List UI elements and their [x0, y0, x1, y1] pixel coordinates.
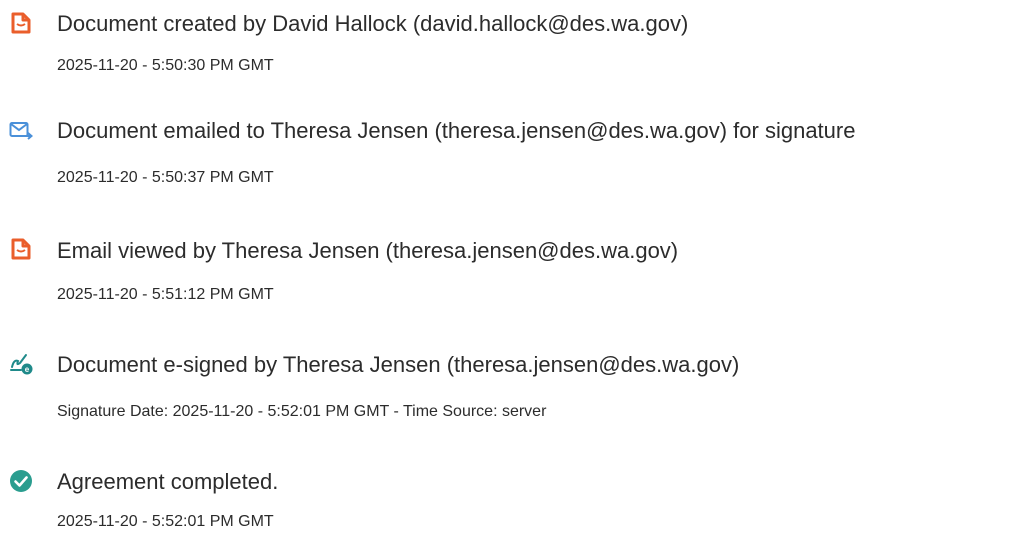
entry-timestamp: 2025-11-20 - 5:50:37 PM GMT [57, 169, 274, 186]
entry-title: Document emailed to Theresa Jensen (ther… [57, 118, 856, 143]
entry-timestamp: 2025-11-20 - 5:51:12 PM GMT [57, 286, 274, 303]
document-created-icon [9, 11, 33, 35]
entry-title: Document e-signed by Theresa Jensen (the… [57, 352, 740, 377]
email-sent-icon [9, 119, 33, 143]
entry-timestamp: 2025-11-20 - 5:52:01 PM GMT [57, 513, 274, 530]
document-viewed-icon [9, 237, 33, 261]
entry-title: Document created by David Hallock (david… [57, 11, 689, 36]
check-circle-icon [9, 469, 33, 493]
entry-title: Agreement completed. [57, 469, 279, 494]
entry-timestamp: 2025-11-20 - 5:50:30 PM GMT [57, 57, 274, 74]
e-sign-icon: e [9, 351, 33, 375]
svg-text:e: e [25, 365, 30, 374]
entry-title: Email viewed by Theresa Jensen (theresa.… [57, 238, 679, 263]
entry-timestamp: Signature Date: 2025-11-20 - 5:52:01 PM … [57, 403, 547, 420]
